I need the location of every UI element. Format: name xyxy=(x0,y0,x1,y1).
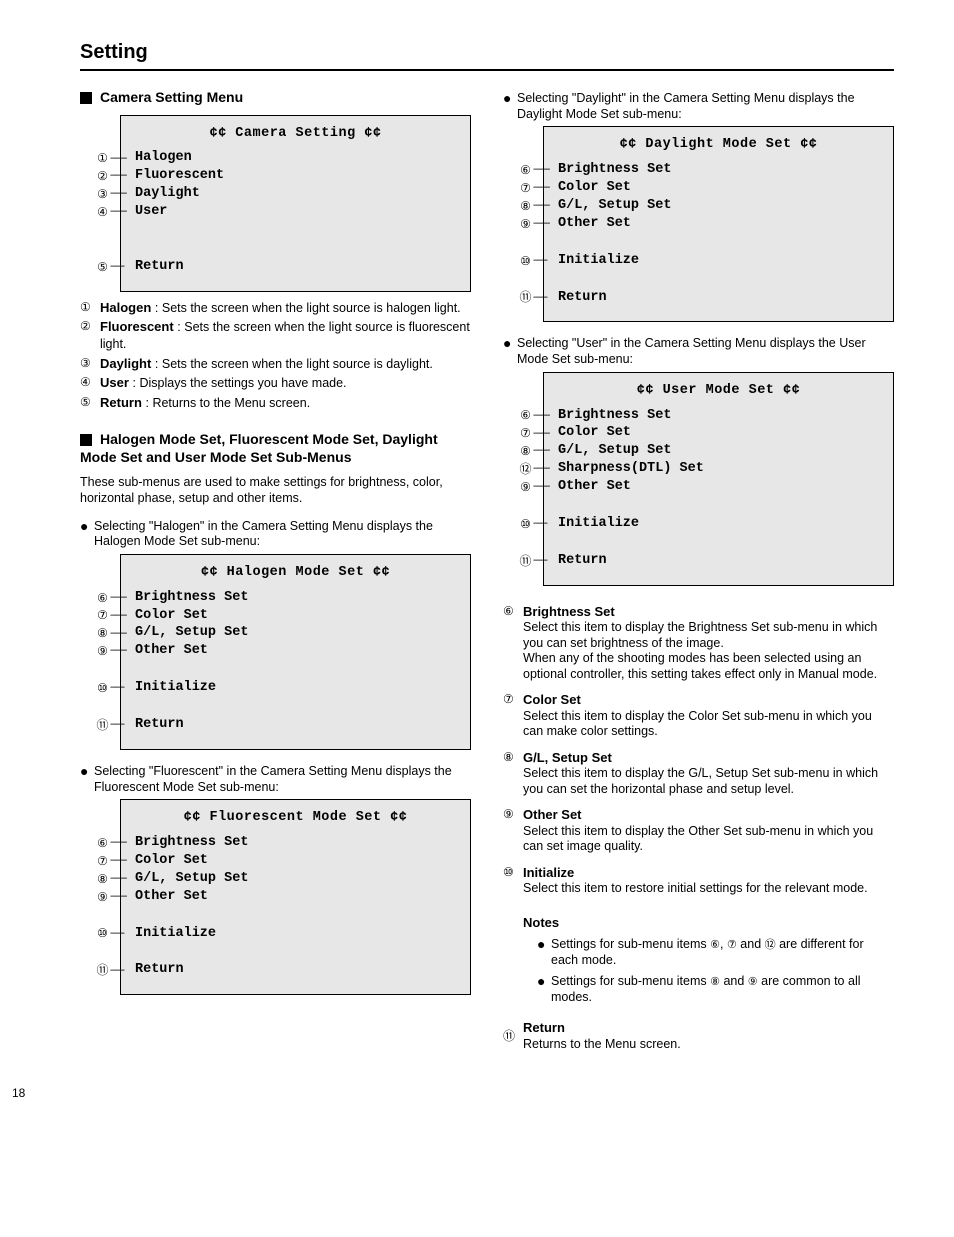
bullet-icon: ● xyxy=(537,937,551,968)
halogen-menu: ¢¢ Halogen Mode Set ¢¢ ⑥-------Brightnes… xyxy=(120,554,471,750)
bullet-icon: ● xyxy=(80,764,94,795)
menu-item-brightness[interactable]: Brightness Set xyxy=(558,408,671,425)
menu-item-return[interactable]: Return xyxy=(558,290,607,307)
return-legend: ⑪ ReturnReturns to the Menu screen. xyxy=(503,1020,894,1053)
right-column: ●Selecting "Daylight" in the Camera Sett… xyxy=(503,85,894,1053)
callout-2: ② xyxy=(95,169,110,184)
menu-item-other[interactable]: Other Set xyxy=(135,889,208,906)
camera-setting-legend: ①Halogen : Sets the screen when the ligh… xyxy=(80,300,471,412)
user-intro: Selecting "User" in the Camera Setting M… xyxy=(517,336,894,367)
menu-item-fluorescent[interactable]: Fluorescent xyxy=(135,168,224,185)
note-2: Settings for sub-menu items ⑧ and ⑨ are … xyxy=(551,974,894,1005)
menu-title: ¢¢ User Mode Set ¢¢ xyxy=(558,383,879,400)
user-menu: ¢¢ User Mode Set ¢¢ ⑥-------Brightness S… xyxy=(543,372,894,586)
fluorescent-menu: ¢¢ Fluorescent Mode Set ¢¢ ⑥-------Brigh… xyxy=(120,799,471,995)
square-bullet-icon xyxy=(80,92,92,104)
mode-set-heading: Halogen Mode Set, Fluorescent Mode Set, … xyxy=(80,430,471,468)
daylight-menu: ¢¢ Daylight Mode Set ¢¢ ⑥-------Brightne… xyxy=(543,126,894,322)
menu-item-brightness[interactable]: Brightness Set xyxy=(135,590,248,607)
menu-item-initialize[interactable]: Initialize xyxy=(135,680,216,697)
note-1: Settings for sub-menu items ⑥, ⑦ and ⑫ a… xyxy=(551,937,894,968)
menu-title: ¢¢ Fluorescent Mode Set ¢¢ xyxy=(135,810,456,827)
square-bullet-icon xyxy=(80,434,92,446)
menu-item-color[interactable]: Color Set xyxy=(135,608,208,625)
page-number: 18 xyxy=(12,1086,25,1101)
menu-item-return[interactable]: Return xyxy=(558,553,607,570)
camera-setting-heading: Camera Setting Menu xyxy=(80,89,471,107)
menu-item-halogen[interactable]: Halogen xyxy=(135,150,192,167)
notes-heading: Notes xyxy=(523,915,894,931)
menu-item-gl-setup[interactable]: G/L, Setup Set xyxy=(558,443,671,460)
legend-head-color: Color Set xyxy=(523,692,894,708)
legend-num-2: ② xyxy=(80,319,100,352)
mode-set-para: These sub-menus are used to make setting… xyxy=(80,475,471,506)
legend-num-3: ③ xyxy=(80,356,100,373)
menu-item-gl-setup[interactable]: G/L, Setup Set xyxy=(135,625,248,642)
menu-item-initialize[interactable]: Initialize xyxy=(558,253,639,270)
menu-item-sharpness[interactable]: Sharpness(DTL) Set xyxy=(558,461,704,478)
menu-item-daylight[interactable]: Daylight xyxy=(135,186,200,203)
bullet-icon: ● xyxy=(80,519,94,550)
callout-4: ④ xyxy=(95,205,110,220)
menu-item-color[interactable]: Color Set xyxy=(558,425,631,442)
bullet-icon: ● xyxy=(503,91,517,122)
menu-item-color[interactable]: Color Set xyxy=(135,853,208,870)
callout-1: ① xyxy=(95,151,110,166)
menu-item-initialize[interactable]: Initialize xyxy=(135,926,216,943)
camera-setting-menu: ¢¢ Camera Setting ¢¢ ①-------Halogen ②--… xyxy=(120,115,471,292)
menu-item-return[interactable]: Return xyxy=(135,259,184,276)
menu-item-color[interactable]: Color Set xyxy=(558,180,631,197)
menu-item-other[interactable]: Other Set xyxy=(558,216,631,233)
menu-item-initialize[interactable]: Initialize xyxy=(558,516,639,533)
menu-title: ¢¢ Daylight Mode Set ¢¢ xyxy=(558,137,879,154)
menu-title: ¢¢ Camera Setting ¢¢ xyxy=(135,126,456,143)
fluorescent-intro: Selecting "Fluorescent" in the Camera Se… xyxy=(94,764,471,795)
menu-item-gl-setup[interactable]: G/L, Setup Set xyxy=(135,871,248,888)
daylight-intro: Selecting "Daylight" in the Camera Setti… xyxy=(517,91,894,122)
menu-item-brightness[interactable]: Brightness Set xyxy=(135,835,248,852)
legend-head-brightness: Brightness Set xyxy=(523,604,894,620)
menu-item-return[interactable]: Return xyxy=(135,962,184,979)
menu-item-other[interactable]: Other Set xyxy=(135,643,208,660)
callout-3: ③ xyxy=(95,187,110,202)
bullet-icon: ● xyxy=(537,974,551,1005)
legend-head-gl: G/L, Setup Set xyxy=(523,750,894,766)
legend-head-initialize: Initialize xyxy=(523,865,894,881)
section-rule xyxy=(80,69,894,71)
legend-head-other: Other Set xyxy=(523,807,894,823)
menu-item-brightness[interactable]: Brightness Set xyxy=(558,162,671,179)
menu-title: ¢¢ Halogen Mode Set ¢¢ xyxy=(135,565,456,582)
left-column: Camera Setting Menu ¢¢ Camera Setting ¢¢… xyxy=(80,85,471,1053)
bullet-icon: ● xyxy=(503,336,517,367)
menu-item-user[interactable]: User xyxy=(135,204,167,221)
menu-item-return[interactable]: Return xyxy=(135,717,184,734)
halogen-intro: Selecting "Halogen" in the Camera Settin… xyxy=(94,519,471,550)
section-title: Setting xyxy=(80,40,894,65)
menu-item-other[interactable]: Other Set xyxy=(558,479,631,496)
legend-num-5: ⑤ xyxy=(80,395,100,412)
submenu-legend: ⑥Brightness SetSelect this item to displ… xyxy=(503,604,894,897)
callout-5: ⑤ xyxy=(95,260,110,275)
legend-num-4: ④ xyxy=(80,375,100,392)
menu-item-gl-setup[interactable]: G/L, Setup Set xyxy=(558,198,671,215)
legend-num-1: ① xyxy=(80,300,100,317)
